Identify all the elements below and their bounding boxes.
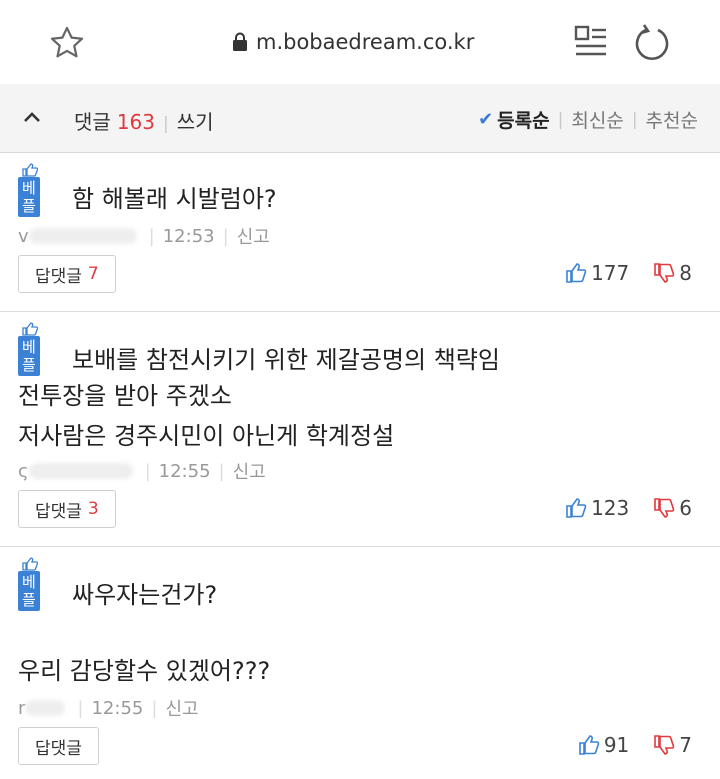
author-redacted	[28, 228, 137, 244]
dislike-count: 7	[679, 733, 692, 757]
thumbs-up-small-icon	[22, 557, 38, 571]
write-link[interactable]: 쓰기	[177, 110, 214, 134]
dislike-count: 6	[679, 496, 692, 520]
vote-controls: 91 7	[578, 733, 692, 757]
thumbs-up-icon	[579, 735, 600, 755]
reply-count: 7	[87, 264, 99, 284]
like-button[interactable]: 91	[578, 733, 629, 757]
comment-text-line-1: 보배를 참전시키기 위한 제갈공명의 책략임	[72, 346, 500, 374]
lock-icon	[233, 32, 247, 51]
vote-controls: 177 8	[565, 261, 692, 285]
comment-time: 12:55	[91, 697, 144, 719]
comment-text-line-2: 우리 감당할수 있겠어???	[18, 657, 271, 685]
like-button[interactable]: 177	[565, 261, 629, 285]
dislike-count: 8	[679, 261, 692, 285]
divider: |	[163, 114, 169, 134]
reader-mode-icon[interactable]	[574, 24, 608, 60]
comment-text-line-2: 전투장을 받아 주겠소	[18, 382, 232, 410]
comment-meta: r | 12:55 | 신고	[18, 695, 199, 721]
divider: |	[218, 460, 225, 482]
comment-text-line-3: 저사람은 경주시민이 아닌게 학계정설	[18, 422, 395, 450]
comment-meta: v | 12:53 | 신고	[18, 223, 270, 249]
reply-label: 답댓글	[35, 738, 82, 759]
comments-label: 댓글	[74, 110, 111, 134]
author-name: r	[18, 697, 26, 719]
reload-icon[interactable]	[632, 22, 672, 62]
reply-label: 답댓글	[35, 266, 82, 287]
like-count: 91	[603, 733, 630, 757]
thumbs-up-icon	[566, 498, 587, 518]
browser-address-bar: m.bobaedream.co.kr	[0, 0, 720, 85]
best-badge-label: 베플	[18, 571, 40, 611]
thumbs-down-icon	[654, 498, 675, 518]
like-count: 123	[591, 496, 630, 520]
dislike-button[interactable]: 6	[653, 496, 692, 520]
divider: |	[151, 697, 158, 719]
like-count: 177	[591, 261, 630, 285]
divider: |	[148, 225, 155, 247]
thumbs-down-icon	[654, 263, 675, 283]
comment-meta: ς | 12:55 | 신고	[18, 458, 266, 484]
check-icon: ✔	[478, 109, 494, 130]
bookmark-star-icon[interactable]	[48, 24, 86, 62]
author-redacted	[28, 463, 133, 479]
url-text: m.bobaedream.co.kr	[256, 30, 475, 54]
reply-count: 3	[87, 499, 99, 519]
sort-options: ✔ 등록순 | 최신순 | 추천순	[478, 106, 698, 133]
comments-count: 163	[116, 110, 155, 134]
comments-header: 댓글 163 | 쓰기 ✔ 등록순 | 최신순 | 추천순	[0, 84, 720, 153]
divider: |	[557, 109, 564, 130]
divider: |	[144, 460, 151, 482]
dislike-button[interactable]: 8	[653, 261, 692, 285]
sort-recommended[interactable]: 추천순	[646, 106, 698, 133]
url-field[interactable]: m.bobaedream.co.kr	[232, 30, 474, 54]
thumbs-up-small-icon	[22, 322, 38, 336]
divider: |	[631, 109, 638, 130]
vote-controls: 123 6	[565, 496, 692, 520]
best-badge-label: 베플	[18, 336, 40, 376]
reply-label: 답댓글	[35, 501, 82, 522]
report-link[interactable]: 신고	[237, 223, 270, 249]
dislike-button[interactable]: 7	[653, 733, 692, 757]
divider: |	[77, 697, 84, 719]
reply-button[interactable]: 답댓글	[18, 727, 99, 765]
like-button[interactable]: 123	[565, 496, 629, 520]
comment-time: 12:53	[162, 225, 215, 247]
thumbs-down-icon	[654, 735, 675, 755]
comment-text-line-1: 싸우자는건가?	[72, 581, 218, 609]
author-name: ς	[18, 460, 29, 482]
comment-item: 베플 보배를 참전시키기 위한 제갈공명의 책략임 전투장을 받아 주겠소 저사…	[0, 312, 720, 547]
report-link[interactable]: 신고	[165, 695, 198, 721]
sort-registered[interactable]: 등록순	[497, 106, 549, 133]
thumbs-up-icon	[566, 263, 587, 283]
sort-recent[interactable]: 최신순	[571, 106, 623, 133]
thumbs-up-small-icon	[22, 163, 38, 177]
comments-title: 댓글 163 | 쓰기	[74, 106, 214, 135]
reply-button[interactable]: 답댓글 3	[18, 490, 116, 528]
author-redacted	[25, 700, 66, 716]
comment-item: 베플 함 해볼래 시발럼아? v | 12:53 | 신고 답댓글 7 177 8	[0, 153, 720, 312]
reply-button[interactable]: 답댓글 7	[18, 255, 116, 293]
comment-text: 함 해볼래 시발럼아?	[72, 185, 277, 213]
divider: |	[222, 225, 229, 247]
chevron-up-icon[interactable]	[22, 110, 42, 124]
author-name: v	[18, 225, 29, 247]
comment-time: 12:55	[158, 460, 211, 482]
best-badge-label: 베플	[18, 177, 40, 217]
report-link[interactable]: 신고	[233, 458, 266, 484]
comment-item: 베플 싸우자는건가? 우리 감당할수 있겠어??? r | 12:55 | 신고…	[0, 547, 720, 779]
